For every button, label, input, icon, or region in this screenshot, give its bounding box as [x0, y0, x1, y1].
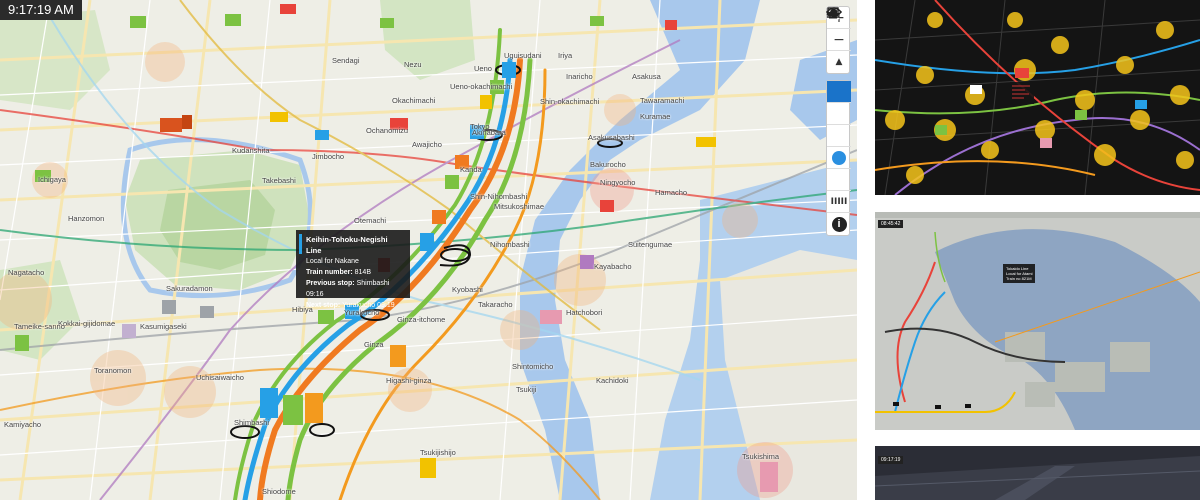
map-label: Bakurocho	[590, 160, 626, 169]
cloud-icon	[826, 8, 839, 19]
map-label: Nagatacho	[8, 268, 45, 277]
map-label: Awajicho	[412, 140, 442, 149]
popup-previous-label: Previous stop:	[306, 280, 355, 287]
map-label: Hamacho	[655, 188, 688, 197]
bay-trains	[893, 402, 971, 409]
map-label: Kokkai-gijidomae	[58, 319, 116, 328]
weather-button[interactable]	[826, 8, 851, 191]
tracking-button[interactable]	[826, 6, 851, 103]
night-map-canvas	[875, 0, 1200, 195]
rail-status-icon: IIIII	[830, 196, 848, 207]
layer-controls: IIIII i	[826, 6, 851, 236]
popup-train-number-label: Train number:	[306, 269, 353, 276]
visibility-button[interactable]	[826, 7, 851, 125]
popup-train-number: 814B	[354, 269, 371, 276]
map-label: Ueno-okachimachi	[450, 82, 513, 91]
map-label: Otemachi	[354, 216, 387, 225]
zoom-out-button[interactable]: −	[827, 29, 851, 51]
compass-icon: ▲	[835, 57, 843, 67]
compass-button[interactable]: ▲	[827, 51, 851, 73]
map-label: Tawaramachi	[640, 96, 685, 105]
clock-button[interactable]	[827, 147, 851, 169]
preview-night-view[interactable]	[875, 0, 1200, 195]
map-label: Ningyocho	[600, 178, 636, 187]
clock-display: 9:17:19 AM	[0, 0, 82, 20]
map-label: Tsukijishijo	[420, 448, 456, 457]
map-label: Ginza-itchome	[397, 315, 446, 324]
rail-status-button[interactable]: IIIII	[827, 191, 851, 213]
map-label: Shiodome	[262, 487, 296, 496]
bay-popup: Tokaido Line Local for Atami Train no 82…	[1003, 264, 1036, 283]
city-clock: 09:17:19	[878, 456, 904, 464]
map-label: Hatchobori	[566, 308, 603, 317]
palace-inner	[160, 180, 275, 270]
train-mode-button[interactable]	[827, 7, 851, 147]
map-label: Jimbocho	[312, 152, 345, 161]
line-color-bar	[299, 234, 302, 254]
map-label: Shimbashi	[234, 418, 270, 427]
popup-next-label: Next stop:	[306, 302, 341, 309]
night-lines	[875, 0, 1200, 195]
map-label: Kudanshita	[232, 146, 270, 155]
map-label: Inaricho	[566, 72, 593, 81]
map-label: Kuramae	[640, 112, 671, 121]
map-label: Uguisudani	[504, 51, 542, 60]
map-label: Takebashi	[262, 176, 296, 185]
map-label: Shin-okachimachi	[540, 97, 600, 106]
map-view[interactable]: Uguisudani Iriya Ueno Inaricho Asakusa O…	[0, 0, 857, 500]
map-label: Tsukishima	[742, 452, 780, 461]
info-button[interactable]: i	[827, 213, 851, 235]
map-label: Ginza	[364, 340, 384, 349]
bay-clock: 08:45:42	[878, 220, 904, 228]
info-icon: i	[831, 216, 847, 232]
clock-icon	[832, 150, 846, 165]
map-label: Shin-Nihombashi	[470, 192, 528, 201]
map-label: Asakusabashi	[588, 133, 635, 142]
map-label: Tameike-sanno	[14, 322, 65, 331]
map-label: Uchisaiwaicho	[196, 373, 244, 382]
map-label: Kyobashi	[452, 285, 483, 294]
map-label: Tsukiji	[516, 385, 537, 394]
map-label: Kachidoki	[596, 376, 629, 385]
bay-water	[935, 229, 1200, 430]
map-label: Ochanomizu	[366, 126, 409, 135]
night-roads	[875, 0, 1200, 195]
map-label: Kamiyacho	[4, 420, 42, 429]
map-label: Sendagi	[332, 56, 360, 65]
map-label: Iriya	[558, 51, 573, 60]
map-label: Kayabacho	[594, 262, 632, 271]
popup-service: Local for Nakane	[306, 258, 359, 265]
map-label: Mitsukoshimae	[494, 202, 545, 211]
map-label: Shintomicho	[512, 362, 554, 371]
train-info-popup: Keihin-Tohoku-Negishi Line Local for Nak…	[296, 230, 410, 309]
map-label: Suitengumae	[628, 240, 673, 249]
map-canvas[interactable]	[0, 0, 857, 500]
map-label: Kanda	[460, 165, 482, 174]
bay-popup-train: Train no 821M	[1006, 276, 1032, 281]
map-label: Nihombashi	[490, 240, 530, 249]
map-label: Asakusa	[632, 72, 661, 81]
map-label: Okachimachi	[392, 96, 436, 105]
map-toolbar: + − ▲ IIIII i	[826, 6, 851, 242]
preview-bay-view[interactable]: 08:45:42 Tokaido Line Local for Atami Tr…	[875, 212, 1200, 430]
map-label: Kasumigaseki	[140, 322, 187, 331]
map-label: Ichigaya	[38, 175, 66, 184]
map-label: Sakuradamon	[166, 284, 213, 293]
map-label: Ueno	[474, 64, 492, 73]
map-label: Tokyo	[470, 122, 490, 131]
popup-line-name: Keihin-Tohoku-Negishi Line	[306, 235, 388, 255]
popup-next-stop: Yurakucho 09:19	[342, 302, 395, 309]
map-label: Nezu	[404, 60, 422, 69]
map-label: Toranomon	[94, 366, 132, 375]
map-label: Hanzomon	[68, 214, 105, 223]
night-popup	[1010, 82, 1034, 104]
bay-map-canvas	[875, 212, 1200, 430]
map-label: Takaracho	[478, 300, 513, 309]
city-map-canvas	[875, 456, 1200, 500]
night-station-halos	[885, 12, 1194, 184]
preview-city-view[interactable]: 09:17:19	[875, 446, 1200, 500]
map-label: Higashi-ginza	[386, 376, 432, 385]
